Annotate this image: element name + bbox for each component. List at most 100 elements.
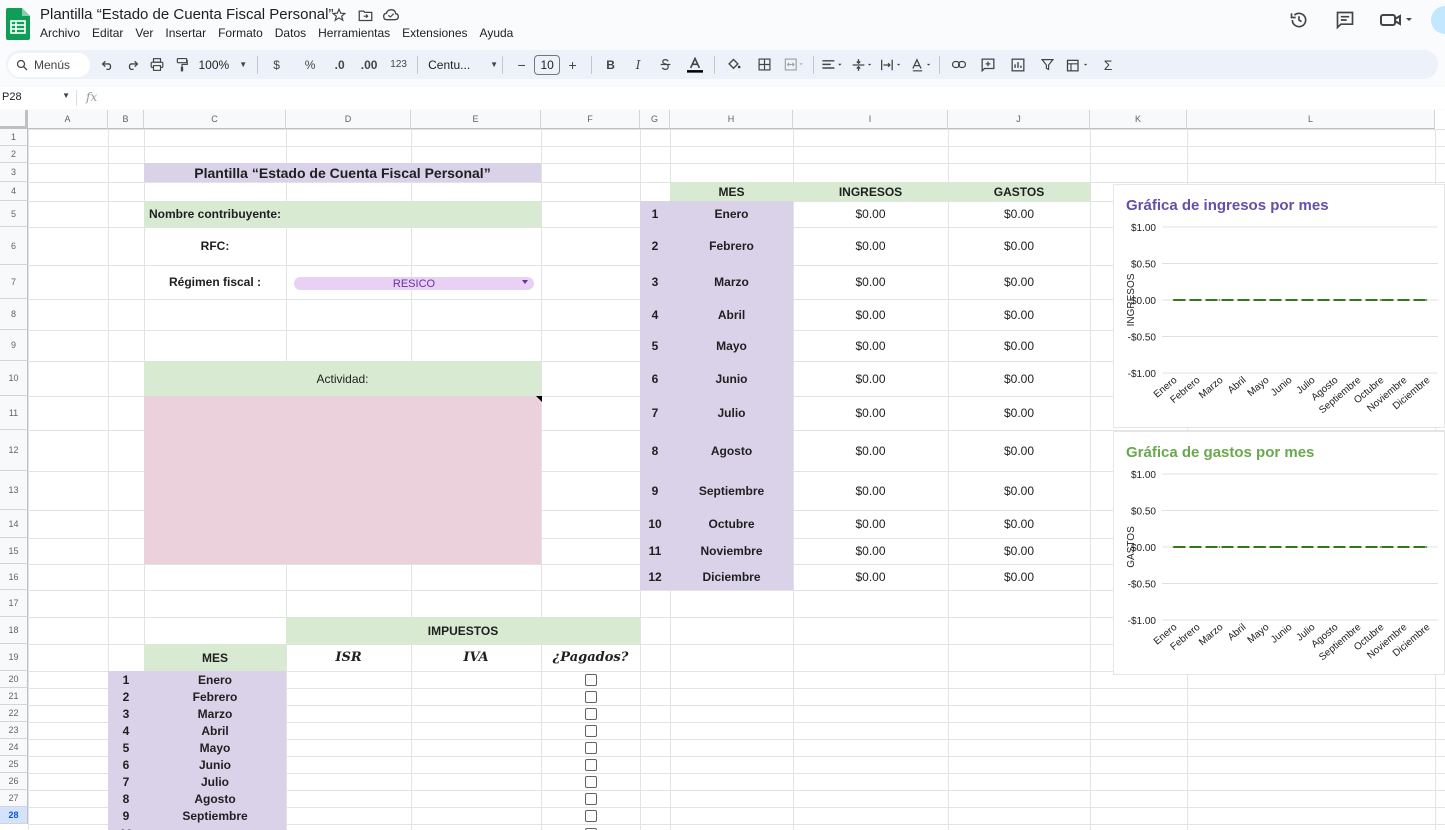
- month-name[interactable]: Agosto: [670, 430, 793, 471]
- insert-comment-icon[interactable]: [977, 53, 999, 77]
- pagado-checkbox[interactable]: [584, 724, 597, 737]
- row-header[interactable]: 10: [0, 361, 28, 396]
- text-wrap-icon[interactable]: [880, 53, 902, 77]
- ingresos-value[interactable]: $0.00: [793, 227, 948, 265]
- month-name[interactable]: Julio: [670, 396, 793, 430]
- month-number[interactable]: 4: [640, 299, 670, 330]
- select-all-corner[interactable]: [0, 110, 28, 129]
- pagado-checkbox-cell[interactable]: [541, 756, 640, 773]
- column-header[interactable]: C: [144, 110, 286, 129]
- gastos-value[interactable]: $0.00: [948, 396, 1090, 430]
- pagado-checkbox[interactable]: [584, 775, 597, 788]
- tax-month-number[interactable]: 7: [108, 773, 144, 790]
- menu-insertar[interactable]: Insertar: [165, 26, 212, 40]
- ingresos-value[interactable]: $0.00: [793, 265, 948, 299]
- row-header[interactable]: 14: [0, 510, 28, 538]
- months-header-gastos[interactable]: GASTOS: [948, 182, 1090, 201]
- account-avatar[interactable]: [1431, 6, 1445, 34]
- month-number[interactable]: 12: [640, 564, 670, 590]
- month-name[interactable]: Diciembre: [670, 564, 793, 590]
- months-header-mes[interactable]: MES: [670, 182, 793, 201]
- pagado-checkbox-cell[interactable]: [541, 773, 640, 790]
- row-header[interactable]: 24: [0, 739, 28, 756]
- row-header[interactable]: 6: [0, 227, 28, 265]
- column-header[interactable]: F: [541, 110, 640, 129]
- horizontal-align-icon[interactable]: [821, 53, 843, 77]
- insert-chart-icon[interactable]: [1007, 53, 1029, 77]
- pagado-checkbox[interactable]: [584, 741, 597, 754]
- undo-icon[interactable]: [96, 53, 118, 77]
- menu-extensiones[interactable]: Extensiones: [402, 26, 473, 40]
- row-header[interactable]: 27: [0, 790, 28, 807]
- pagado-checkbox-cell[interactable]: [541, 722, 640, 739]
- month-name[interactable]: Marzo: [670, 265, 793, 299]
- strikethrough-icon[interactable]: [655, 53, 677, 77]
- menu-ayuda[interactable]: Ayuda: [480, 26, 520, 40]
- gastos-value[interactable]: $0.00: [948, 265, 1090, 299]
- month-number[interactable]: 9: [640, 471, 670, 510]
- column-header[interactable]: E: [411, 110, 541, 129]
- row-header[interactable]: 16: [0, 564, 28, 590]
- print-icon[interactable]: [146, 53, 168, 77]
- font-size-decrease-button[interactable]: −: [511, 53, 533, 77]
- gastos-value[interactable]: $0.00: [948, 471, 1090, 510]
- pagado-checkbox[interactable]: [584, 809, 597, 822]
- star-icon[interactable]: [330, 6, 348, 24]
- month-name[interactable]: Febrero: [670, 227, 793, 265]
- month-name[interactable]: Noviembre: [670, 538, 793, 564]
- increase-decimal-button[interactable]: .00: [358, 53, 380, 77]
- menu-herramientas[interactable]: Herramientas: [318, 26, 396, 40]
- tax-month-name[interactable]: Septiembre: [144, 807, 286, 824]
- menu-editar[interactable]: Editar: [92, 26, 129, 40]
- pagado-checkbox-cell[interactable]: [541, 671, 640, 688]
- tax-month-number[interactable]: 8: [108, 790, 144, 807]
- percent-format-button[interactable]: %: [299, 53, 321, 77]
- pagado-checkbox[interactable]: [584, 792, 597, 805]
- currency-format-button[interactable]: $: [266, 53, 288, 77]
- month-name[interactable]: Septiembre: [670, 471, 793, 510]
- row-header[interactable]: 21: [0, 688, 28, 705]
- column-header[interactable]: L: [1187, 110, 1435, 129]
- ingresos-value[interactable]: $0.00: [793, 361, 948, 396]
- pagado-checkbox-cell[interactable]: [541, 824, 640, 830]
- row-header[interactable]: 2: [0, 146, 28, 163]
- month-number[interactable]: 7: [640, 396, 670, 430]
- row-header[interactable]: 18: [0, 617, 28, 644]
- pagado-checkbox-cell[interactable]: [541, 790, 640, 807]
- gastos-value[interactable]: $0.00: [948, 361, 1090, 396]
- ingresos-value[interactable]: $0.00: [793, 564, 948, 590]
- month-number[interactable]: 8: [640, 430, 670, 471]
- column-header[interactable]: D: [286, 110, 411, 129]
- ingresos-value[interactable]: $0.00: [793, 471, 948, 510]
- row-header[interactable]: 5: [0, 201, 28, 227]
- tax-month-number[interactable]: 4: [108, 722, 144, 739]
- month-number[interactable]: 10: [640, 510, 670, 538]
- gastos-value[interactable]: $0.00: [948, 330, 1090, 361]
- name-box[interactable]: P28 ▼: [2, 91, 70, 103]
- tax-month-name[interactable]: Junio: [144, 756, 286, 773]
- text-color-icon[interactable]: [684, 53, 706, 77]
- functions-button[interactable]: Σ: [1097, 53, 1119, 77]
- row-header[interactable]: 3: [0, 163, 28, 182]
- document-title[interactable]: Plantilla “Estado de Cuenta Fiscal Perso…: [40, 6, 333, 23]
- month-name[interactable]: Mayo: [670, 330, 793, 361]
- font-size-input[interactable]: 10: [534, 54, 561, 75]
- month-number[interactable]: 1: [640, 201, 670, 227]
- ingresos-value[interactable]: $0.00: [793, 510, 948, 538]
- zoom-select[interactable]: 100% ▼: [195, 58, 252, 72]
- row-header[interactable]: 19: [0, 644, 28, 671]
- pagado-checkbox-cell[interactable]: [541, 688, 640, 705]
- actividad-label[interactable]: Actividad:: [144, 361, 541, 396]
- more-formats-button[interactable]: 123: [388, 53, 410, 77]
- gastos-value[interactable]: $0.00: [948, 564, 1090, 590]
- column-header[interactable]: B: [108, 110, 144, 129]
- gastos-value[interactable]: $0.00: [948, 538, 1090, 564]
- column-header[interactable]: G: [640, 110, 670, 129]
- tax-month-name[interactable]: Julio: [144, 773, 286, 790]
- ingresos-value[interactable]: $0.00: [793, 538, 948, 564]
- comments-icon[interactable]: [1333, 8, 1357, 32]
- gastos-value[interactable]: $0.00: [948, 299, 1090, 330]
- month-name[interactable]: Junio: [670, 361, 793, 396]
- spreadsheet-grid[interactable]: A B C D E F G H I J K L 1 2 3 4 5 6 7 8 9 10 11 12 13 14 15 16 17 18 1…: [0, 110, 1445, 830]
- month-name[interactable]: Abril: [670, 299, 793, 330]
